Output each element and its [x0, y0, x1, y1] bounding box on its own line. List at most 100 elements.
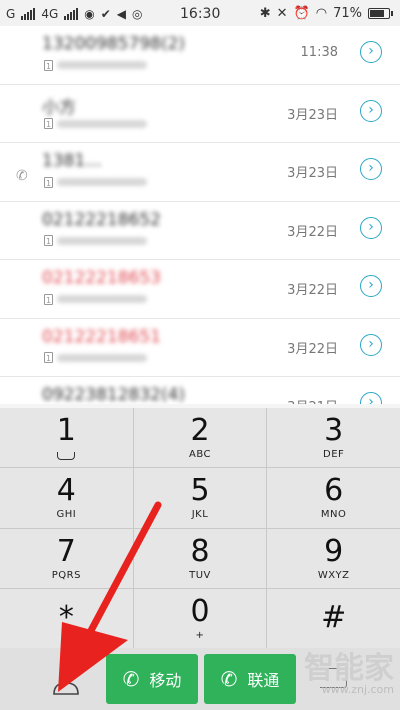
caller-sub: 1 [44, 117, 154, 131]
key-digit: 6 [324, 473, 344, 509]
call-date: 3月23日 [287, 166, 338, 181]
check-icon: ✔ [100, 7, 111, 21]
caller-name: 09223812832(4) [42, 385, 186, 404]
caller-name: 02122218652 [42, 209, 161, 230]
details-arrow-icon[interactable]: › [360, 158, 382, 180]
signal-icon-2 [64, 8, 79, 20]
battery-icon [368, 8, 393, 19]
key-9[interactable]: 9 WXYZ [267, 528, 400, 588]
weibo-icon: ◉ [84, 7, 95, 21]
details-arrow-icon[interactable]: › [360, 275, 382, 297]
signal-icon [21, 8, 36, 20]
call-log-row[interactable]: 02122218652 1 3月22日 › [0, 201, 400, 260]
key-digit: 3 [324, 413, 344, 449]
call-log-row[interactable]: 13200985798(2) 1 11:38 › [0, 26, 400, 85]
key-2[interactable]: 2 ABC [133, 408, 267, 468]
sim-icon: 1 [44, 352, 53, 363]
details-arrow-icon[interactable]: › [360, 216, 382, 239]
details-arrow-icon[interactable]: › [360, 333, 382, 356]
caller-name: 13200985798(2) [42, 34, 186, 54]
key-letters: + [195, 629, 205, 641]
carrier-label: G [6, 7, 16, 21]
call-mobile-label: 移动 [149, 671, 182, 690]
key-letters: DEF [323, 449, 345, 461]
caller-name: 02122218653 [42, 268, 161, 288]
call-log-list[interactable]: 13200985798(2) 1 11:38 › 小方 1 3月23日 › 13… [0, 26, 400, 404]
call-log-row[interactable]: 02122218651 1 3月22日 › [0, 318, 400, 377]
voicemail-icon [57, 452, 76, 461]
silent-icon: ✕ [276, 6, 288, 21]
sim-icon: 1 [44, 118, 53, 129]
call-unicom-label: 联通 [247, 671, 280, 690]
key-8[interactable]: 8 TUV [133, 528, 267, 588]
key-letters: TUV [189, 569, 211, 581]
key-letters: WXYZ [317, 569, 350, 581]
watermark-brand: 智能家 [304, 651, 394, 686]
key-7[interactable]: 7 PQRS [0, 528, 133, 588]
key-digit: 2 [190, 413, 210, 449]
sim-icon: 1 [44, 59, 53, 71]
key-letters: GHI [56, 509, 77, 521]
caller-sub: 1 [44, 351, 154, 365]
call-log-row[interactable]: 02122218653 1 3月22日 › [0, 260, 400, 319]
key-digit: 4 [56, 473, 76, 509]
call-date: 3月22日 [287, 224, 338, 240]
key-digit: * [58, 600, 74, 636]
caller-sub: 1 [44, 175, 154, 189]
network-label: 4G [41, 7, 59, 21]
call-date: 11:38 [300, 45, 338, 60]
call-log-row[interactable]: 09223812832(4) 1 3月21日 › [0, 377, 400, 404]
call-date: 3月22日 [287, 283, 338, 298]
key-letters: ABC [188, 449, 211, 461]
key-letters: MNO [320, 509, 347, 521]
key-star[interactable]: * [0, 588, 133, 648]
key-1[interactable]: 1 [0, 408, 133, 468]
key-digit: # [321, 600, 347, 636]
sim-icon: 1 [44, 293, 53, 305]
caller-sub: 1 [44, 292, 154, 306]
key-digit: 8 [190, 533, 210, 569]
key-digit: 0 [190, 593, 210, 629]
key-0[interactable]: 0 + [133, 588, 267, 648]
call-unicom-button[interactable]: ✆ 联通 [204, 654, 296, 704]
key-letters: JKL [191, 509, 209, 521]
caller-sub: 1 [44, 58, 154, 72]
outgoing-call-icon: ✆ [16, 168, 28, 184]
app-icon: ◎ [132, 7, 143, 21]
details-arrow-icon[interactable]: › [360, 41, 382, 63]
caller-name: 02122218651 [42, 326, 161, 347]
sim-icon: 1 [44, 176, 53, 188]
dial-keypad: 1 2 ABC 3 DEF 4 GHI 5 JKL 6 MNO 7 PQRS 8… [0, 408, 400, 648]
phone-icon: ✆ [122, 667, 140, 691]
wifi-icon: ◠ [315, 6, 328, 21]
call-log-row[interactable]: 小方 1 3月23日 › [0, 84, 400, 143]
status-right-icons: ✱ ✕ ⏰ ◠ 71% [259, 6, 393, 21]
key-digit: 5 [190, 473, 210, 509]
key-3[interactable]: 3 DEF [267, 408, 400, 468]
caller-sub: 1 [44, 234, 154, 248]
bluetooth-icon: ✱ [259, 6, 271, 21]
call-mobile-button[interactable]: ✆ 移动 [106, 654, 198, 704]
key-6[interactable]: 6 MNO [267, 468, 400, 528]
call-log-row[interactable]: 1381... 1 3月23日 › [0, 143, 400, 202]
contacts-button[interactable] [48, 662, 84, 698]
person-icon [53, 667, 79, 695]
sim-icon: 1 [44, 235, 53, 246]
status-time: 16:30 [180, 6, 221, 22]
key-letters: PQRS [51, 569, 81, 581]
details-arrow-icon[interactable]: › [360, 99, 382, 122]
battery-percent: 71% [333, 6, 362, 21]
caller-name: 小方 [42, 97, 76, 118]
watermark: 智能家 www.znj.com [304, 654, 394, 696]
key-digit: 9 [324, 533, 344, 569]
call-date: 3月21日 [287, 396, 338, 404]
details-arrow-icon[interactable]: › [360, 392, 382, 404]
call-date: 3月22日 [287, 341, 338, 357]
key-4[interactable]: 4 GHI [0, 468, 133, 528]
key-digit: 7 [56, 533, 76, 569]
key-hash[interactable]: # [267, 588, 400, 648]
phone-icon: ✆ [220, 667, 238, 691]
mute-icon: ◀ [116, 7, 127, 21]
status-left-icons: G 4G ◉ ✔ ◀ ◎ [6, 7, 143, 21]
key-5[interactable]: 5 JKL [133, 468, 267, 528]
